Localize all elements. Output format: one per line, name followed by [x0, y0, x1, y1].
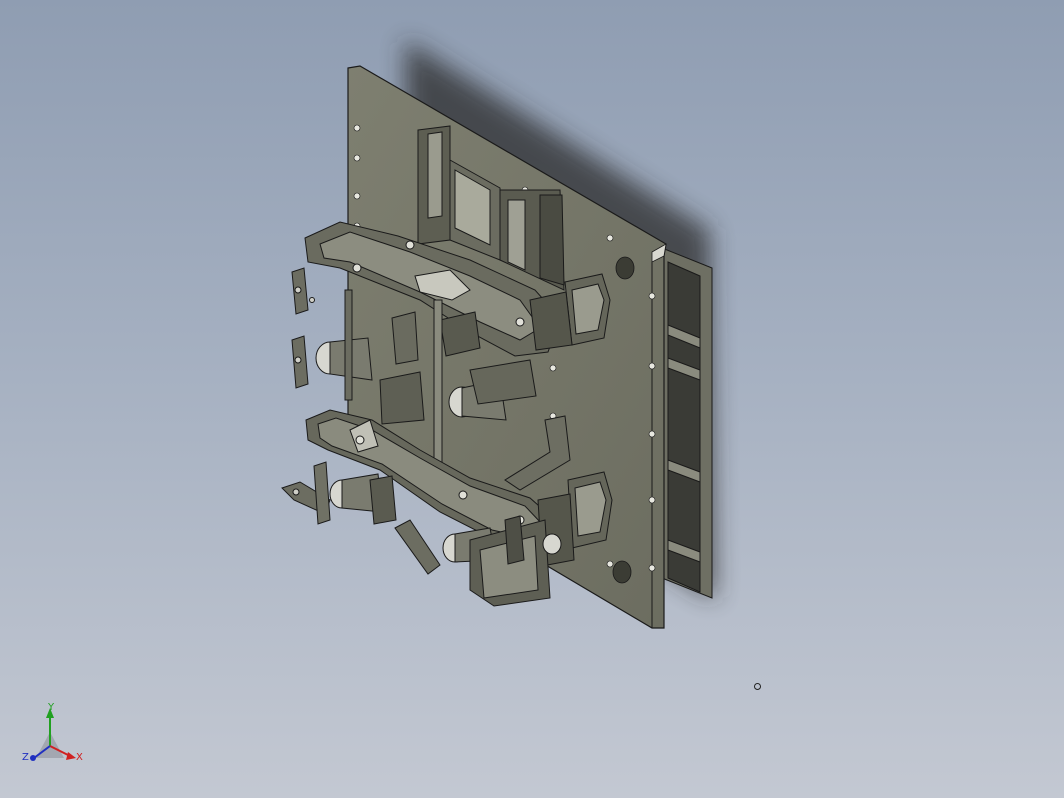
z-axis-arrow — [30, 755, 36, 761]
x-axis-arrow — [66, 752, 76, 760]
cad-assembly-model[interactable] — [0, 0, 1064, 798]
origin-marker — [754, 683, 761, 690]
back-frame[interactable] — [661, 247, 713, 599]
left-pivot-levers[interactable] — [291, 267, 315, 389]
x-axis-label: X — [76, 752, 83, 763]
3d-viewport[interactable]: Y X Z — [0, 0, 1064, 798]
y-axis-label: Y — [47, 702, 55, 713]
z-axis-label: Z — [22, 752, 29, 763]
lower-left-lever[interactable] — [281, 461, 383, 525]
axis-triad[interactable]: Y X Z — [18, 700, 88, 770]
